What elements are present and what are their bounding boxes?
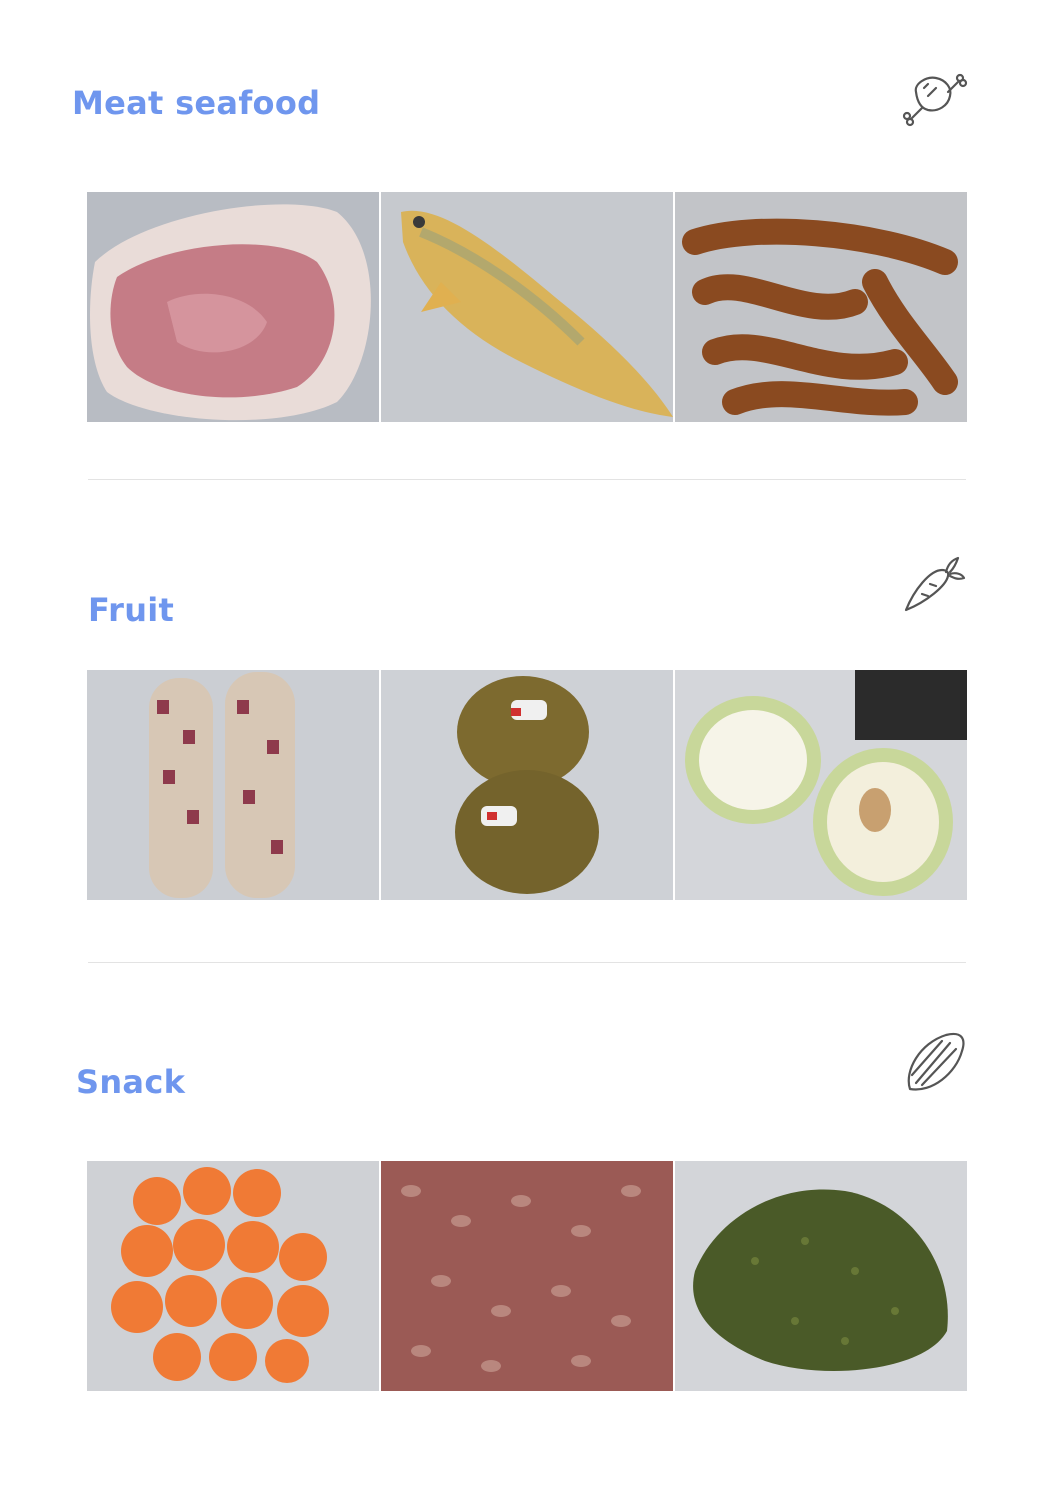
corn-photo [87, 670, 379, 900]
kiwi-photo [381, 670, 673, 900]
red-bean-photo [381, 1161, 673, 1391]
section-title: Snack [76, 1063, 186, 1101]
section-title: Meat seafood [72, 84, 321, 122]
fish-photo [381, 192, 673, 422]
kumquat-photo [87, 1161, 379, 1391]
carrot-icon [900, 550, 968, 618]
pear-photo [675, 670, 967, 900]
section-divider [88, 962, 966, 963]
photo-row [87, 670, 967, 900]
sausage-photo [675, 192, 967, 422]
meat-icon [902, 66, 970, 134]
photo-row [87, 1161, 967, 1391]
seed-icon [900, 1031, 968, 1099]
pork-photo [87, 192, 379, 422]
section-title: Fruit [88, 591, 175, 629]
section-snack: Snack [0, 965, 1060, 1500]
mung-bean-photo [675, 1161, 967, 1391]
photo-row [87, 192, 967, 422]
section-fruit: Fruit [0, 480, 1060, 965]
section-meat-seafood: Meat seafood [0, 0, 1060, 480]
